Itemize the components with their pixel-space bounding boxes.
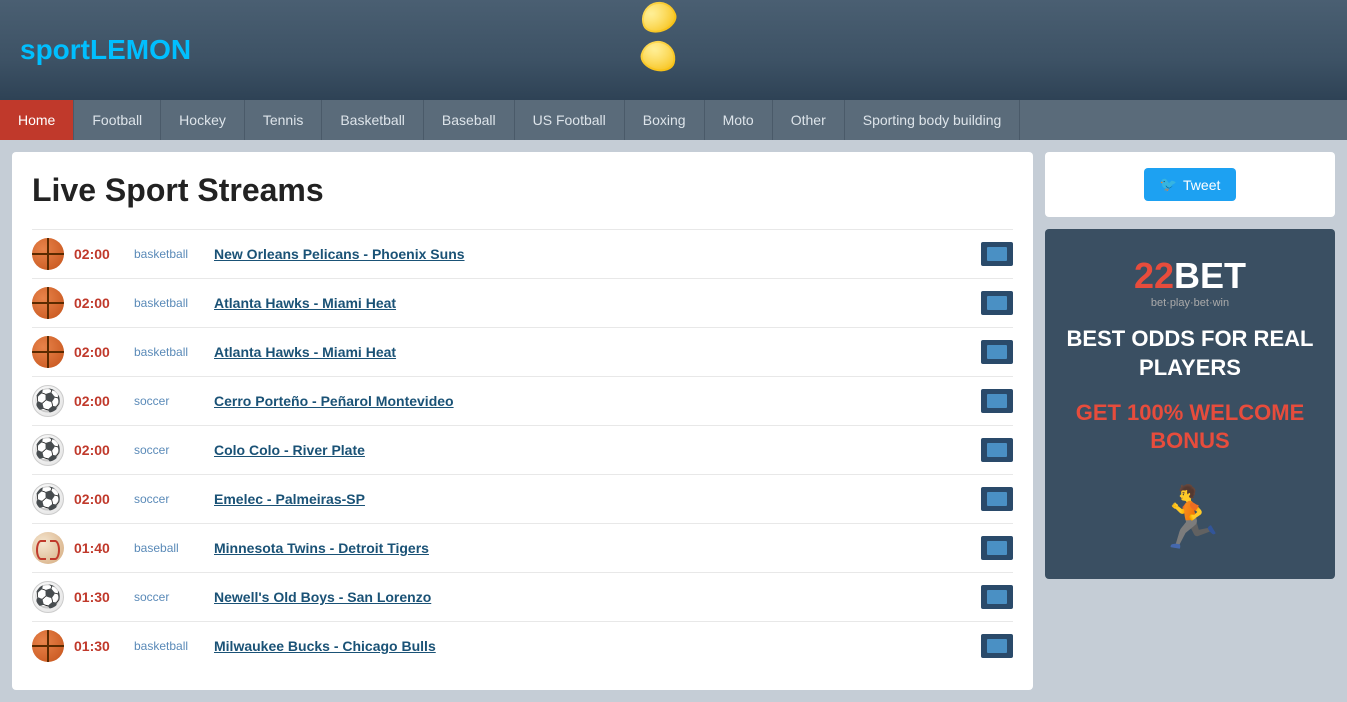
stream-row: 01:30 soccer Newell's Old Boys - San Loren…	[32, 572, 1013, 621]
stream-sport-label: basketball	[134, 639, 204, 653]
stream-time: 01:30	[74, 589, 124, 605]
soccer-icon	[32, 385, 64, 417]
nav-item-sporting-body-building[interactable]: Sporting body building	[845, 100, 1021, 140]
stream-match-name[interactable]: Newell's Old Boys - San Lorenzo	[214, 589, 971, 605]
stream-row: 02:00 basketball New Orleans Pelicans - Ph…	[32, 229, 1013, 278]
stream-time: 01:40	[74, 540, 124, 556]
logo-sport: sport	[20, 34, 90, 65]
soccer-icon	[32, 581, 64, 613]
nav-item-moto[interactable]: Moto	[705, 100, 773, 140]
stream-time: 02:00	[74, 491, 124, 507]
sidebar: Tweet 22BET bet·play·bet·win BEST ODDS F…	[1045, 152, 1335, 690]
stream-match-name[interactable]: New Orleans Pelicans - Phoenix Suns	[214, 246, 971, 262]
nav-item-hockey[interactable]: Hockey	[161, 100, 245, 140]
stream-match-name[interactable]: Emelec - Palmeiras-SP	[214, 491, 971, 507]
nav-item-boxing[interactable]: Boxing	[625, 100, 705, 140]
stream-sport-label: soccer	[134, 443, 204, 457]
basketball-icon	[32, 287, 64, 319]
stream-watch-icon[interactable]	[981, 585, 1013, 609]
stream-match-name[interactable]: Cerro Porteño - Peñarol Montevideo	[214, 393, 971, 409]
streams-list: 02:00 basketball New Orleans Pelicans - Ph…	[32, 229, 1013, 670]
stream-time: 02:00	[74, 442, 124, 458]
stream-time: 02:00	[74, 344, 124, 360]
stream-watch-icon[interactable]	[981, 340, 1013, 364]
stream-time: 02:00	[74, 393, 124, 409]
stream-sport-label: basketball	[134, 296, 204, 310]
stream-row: 02:00 soccer Emelec - Palmeiras-SP	[32, 474, 1013, 523]
nav-item-baseball[interactable]: Baseball	[424, 100, 515, 140]
nav-item-basketball[interactable]: Basketball	[322, 100, 424, 140]
stream-row: 02:00 basketball Atlanta Hawks - Miami Hea…	[32, 327, 1013, 376]
ad-banner: 22BET bet·play·bet·win BEST ODDS FOR REA…	[1045, 229, 1335, 579]
ad-logo: 22BET bet·play·bet·win	[1134, 255, 1246, 309]
stream-time: 02:00	[74, 295, 124, 311]
header: sportLEMON	[0, 0, 1347, 100]
tweet-box: Tweet	[1045, 152, 1335, 217]
stream-match-name[interactable]: Atlanta Hawks - Miami Heat	[214, 295, 971, 311]
ad-person-icon: 🏃	[1153, 482, 1228, 553]
page-title: Live Sport Streams	[32, 172, 1013, 209]
nav-item-home[interactable]: Home	[0, 100, 74, 140]
stream-sport-label: basketball	[134, 345, 204, 359]
stream-watch-icon[interactable]	[981, 438, 1013, 462]
stream-watch-icon[interactable]	[981, 487, 1013, 511]
baseball-icon	[32, 532, 64, 564]
main-layout: Live Sport Streams 02:00 basketball New Or…	[0, 140, 1347, 702]
site-logo[interactable]: sportLEMON	[20, 34, 191, 66]
soccer-icon	[32, 434, 64, 466]
stream-watch-icon[interactable]	[981, 242, 1013, 266]
stream-match-name[interactable]: Colo Colo - River Plate	[214, 442, 971, 458]
header-lemon-decoration	[639, 0, 709, 40]
ad-promo: GET 100% WELCOME BONUS	[1061, 399, 1319, 456]
stream-row: 01:40 baseball Minnesota Twins - Detroit T…	[32, 523, 1013, 572]
ad-tagline: bet·play·bet·win	[1134, 297, 1246, 309]
stream-watch-icon[interactable]	[981, 389, 1013, 413]
tweet-label: Tweet	[1183, 177, 1220, 193]
content-area: Live Sport Streams 02:00 basketball New Or…	[12, 152, 1033, 690]
nav-item-football[interactable]: Football	[74, 100, 161, 140]
stream-row: 02:00 soccer Colo Colo - River Plate	[32, 425, 1013, 474]
stream-match-name[interactable]: Milwaukee Bucks - Chicago Bulls	[214, 638, 971, 654]
stream-sport-label: soccer	[134, 394, 204, 408]
stream-watch-icon[interactable]	[981, 291, 1013, 315]
stream-time: 01:30	[74, 638, 124, 654]
navigation: HomeFootballHockeyTennisBasketballBaseba…	[0, 100, 1347, 140]
basketball-icon	[32, 630, 64, 662]
stream-sport-label: baseball	[134, 541, 204, 555]
stream-watch-icon[interactable]	[981, 536, 1013, 560]
stream-time: 02:00	[74, 246, 124, 262]
basketball-icon	[32, 336, 64, 368]
stream-sport-label: soccer	[134, 492, 204, 506]
logo-lemon: LEMON	[90, 34, 191, 65]
stream-sport-label: basketball	[134, 247, 204, 261]
basketball-icon	[32, 238, 64, 270]
stream-row: 02:00 basketball Atlanta Hawks - Miami Hea…	[32, 278, 1013, 327]
nav-item-other[interactable]: Other	[773, 100, 845, 140]
ad-headline: BEST ODDS FOR REAL PLAYERS	[1061, 325, 1319, 382]
nav-item-tennis[interactable]: Tennis	[245, 100, 322, 140]
stream-match-name[interactable]: Atlanta Hawks - Miami Heat	[214, 344, 971, 360]
soccer-icon	[32, 483, 64, 515]
stream-sport-label: soccer	[134, 590, 204, 604]
stream-match-name[interactable]: Minnesota Twins - Detroit Tigers	[214, 540, 971, 556]
stream-watch-icon[interactable]	[981, 634, 1013, 658]
tweet-button[interactable]: Tweet	[1144, 168, 1237, 201]
stream-row: 02:00 soccer Cerro Porteño - Peñarol Monte…	[32, 376, 1013, 425]
stream-row: 01:30 basketball Milwaukee Bucks - Chicago…	[32, 621, 1013, 670]
nav-item-us-football[interactable]: US Football	[515, 100, 625, 140]
